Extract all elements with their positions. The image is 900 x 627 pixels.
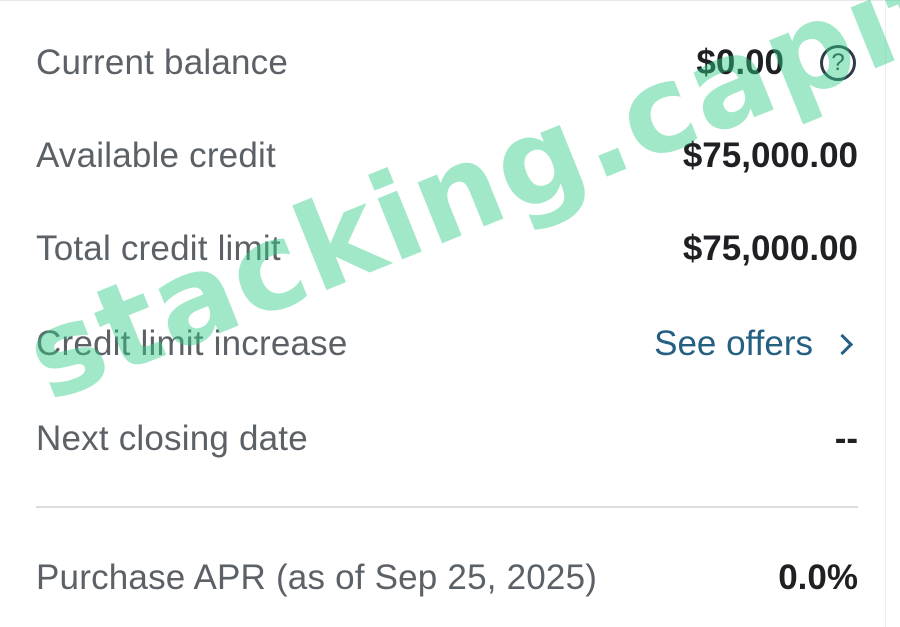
current-balance-value: $0.00 bbox=[696, 43, 784, 82]
account-summary-panel: Current balance $0.00 ? Available credit… bbox=[0, 0, 900, 627]
available-credit-label: Available credit bbox=[36, 136, 276, 175]
see-offers-label: See offers bbox=[654, 324, 813, 363]
total-credit-limit-value: $75,000.00 bbox=[682, 229, 858, 268]
next-closing-date-label: Next closing date bbox=[36, 419, 308, 458]
row-credit-limit-increase: Credit limit increase See offers bbox=[36, 314, 858, 374]
right-border bbox=[885, 0, 886, 627]
section-divider bbox=[36, 506, 858, 508]
current-balance-value-group: $0.00 ? bbox=[696, 43, 858, 83]
credit-limit-increase-label: Credit limit increase bbox=[36, 324, 348, 363]
row-current-balance: Current balance $0.00 ? bbox=[36, 33, 858, 93]
top-divider bbox=[0, 0, 900, 1]
chevron-right-icon bbox=[831, 333, 854, 355]
total-credit-limit-label: Total credit limit bbox=[36, 229, 281, 268]
question-circle-icon[interactable]: ? bbox=[820, 45, 856, 81]
purchase-apr-label: Purchase APR (as of Sep 25, 2025) bbox=[36, 558, 598, 597]
purchase-apr-value: 0.0% bbox=[778, 558, 858, 597]
row-available-credit: Available credit $75,000.00 bbox=[36, 126, 858, 186]
current-balance-label: Current balance bbox=[36, 43, 289, 82]
row-total-credit-limit: Total credit limit $75,000.00 bbox=[36, 219, 858, 279]
next-closing-date-value: -- bbox=[834, 419, 858, 458]
row-next-closing-date: Next closing date -- bbox=[36, 409, 858, 469]
see-offers-link[interactable]: See offers bbox=[654, 324, 858, 364]
available-credit-value: $75,000.00 bbox=[682, 136, 858, 175]
row-purchase-apr: Purchase APR (as of Sep 25, 2025) 0.0% bbox=[36, 548, 858, 608]
